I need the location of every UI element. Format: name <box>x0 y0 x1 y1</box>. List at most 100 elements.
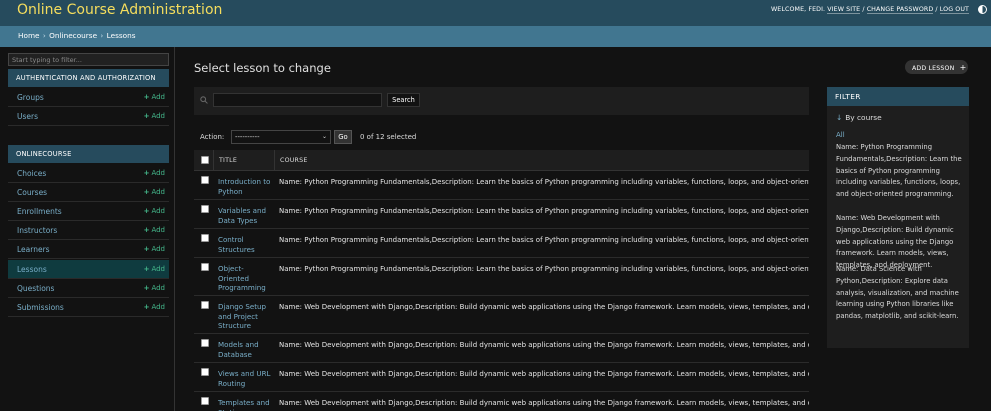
sidebar-item-learners[interactable]: Learners + Add <box>8 240 169 259</box>
add-instructors-link[interactable]: + Add <box>144 226 165 234</box>
plus-icon: + <box>143 226 150 234</box>
lesson-course: Name: Web Development with Django,Descri… <box>279 370 809 378</box>
add-lesson-button[interactable]: ADD LESSON + <box>905 60 968 74</box>
table-row: Control Structures Name: Python Programm… <box>194 229 809 258</box>
plus-icon: + <box>143 303 150 311</box>
sidebar-item-choices[interactable]: Choices + Add <box>8 164 169 183</box>
sidebar-item-label[interactable]: Lessons <box>17 265 47 274</box>
sidebar-item-users[interactable]: Users + Add <box>8 107 169 126</box>
sidebar-item-label[interactable]: Instructors <box>17 226 57 235</box>
changelist-search: Search <box>194 87 809 115</box>
lesson-title-link[interactable]: Introduction to Python <box>218 177 272 196</box>
nav-filter-input[interactable]: Start typing to filter... <box>8 53 169 66</box>
search-button[interactable]: Search <box>387 93 420 107</box>
lesson-title-link[interactable]: Views and URL Routing <box>218 369 272 388</box>
add-groups-link[interactable]: + Add <box>144 93 165 101</box>
sidebar-item-lessons[interactable]: Lessons + Add <box>8 260 169 279</box>
add-submissions-link[interactable]: + Add <box>144 303 165 311</box>
breadcrumb-current: Lessons <box>106 31 136 40</box>
module-caption-onlinecourse[interactable]: ONLINECOURSE <box>8 145 169 163</box>
add-questions-link[interactable]: + Add <box>144 284 165 292</box>
add-users-link[interactable]: + Add <box>144 112 165 120</box>
add-courses-link[interactable]: + Add <box>144 188 165 196</box>
theme-toggle-icon[interactable] <box>978 5 987 14</box>
lesson-course: Name: Python Programming Fundamentals,De… <box>279 265 809 273</box>
lesson-course: Name: Python Programming Fundamentals,De… <box>279 178 809 186</box>
breadcrumb: Home › Onlinecourse › Lessons <box>0 26 991 47</box>
column-header-title[interactable]: TITLE <box>219 157 237 164</box>
header: Online Course Administration WELCOME, FE… <box>0 0 991 26</box>
lesson-course: Name: Web Development with Django,Descri… <box>279 303 809 311</box>
action-counter: 0 of 12 selected <box>360 133 417 141</box>
arrow-down-icon: ↓ <box>836 113 843 122</box>
table-row: Models and Database Name: Web Developmen… <box>194 334 809 363</box>
filter-option-data-science[interactable]: Name: Data Science with Python,Descripti… <box>836 264 964 323</box>
lesson-title-link[interactable]: Object-Oriented Programming <box>218 264 272 293</box>
add-choices-link[interactable]: + Add <box>144 169 165 177</box>
sidebar-item-label[interactable]: Users <box>17 112 38 121</box>
add-enrollments-link[interactable]: + Add <box>144 207 165 215</box>
plus-icon: + <box>143 284 150 292</box>
filter-option-python[interactable]: Name: Python Programming Fundamentals,De… <box>836 142 964 201</box>
add-learners-link[interactable]: + Add <box>144 245 165 253</box>
action-label: Action: <box>200 133 225 141</box>
welcome-text: WELCOME, FEDI. <box>770 6 826 13</box>
row-checkbox[interactable] <box>201 397 209 405</box>
sidebar-item-label[interactable]: Groups <box>17 93 44 102</box>
site-branding[interactable]: Online Course Administration <box>17 2 222 18</box>
sidebar-item-instructors[interactable]: Instructors + Add <box>8 221 169 240</box>
change-password-link[interactable]: CHANGE PASSWORD <box>866 6 934 14</box>
table-row: Templates and Static Name: Web Developme… <box>194 392 809 411</box>
row-checkbox[interactable] <box>201 368 209 376</box>
sidebar-item-questions[interactable]: Questions + Add <box>8 279 169 298</box>
sidebar-item-label[interactable]: Enrollments <box>17 207 62 216</box>
sidebar-item-enrollments[interactable]: Enrollments + Add <box>8 202 169 221</box>
sidebar-item-label[interactable]: Learners <box>17 245 50 254</box>
sidebar-item-label[interactable]: Submissions <box>17 303 64 312</box>
breadcrumb-app[interactable]: Onlinecourse <box>49 31 97 40</box>
sidebar-item-label[interactable]: Questions <box>17 284 54 293</box>
row-checkbox[interactable] <box>201 205 209 213</box>
result-list-table: TITLE COURSE Introduction to Python Name… <box>194 150 809 411</box>
go-button[interactable]: Go <box>334 130 352 144</box>
row-checkbox[interactable] <box>201 339 209 347</box>
select-all-checkbox[interactable] <box>201 156 209 164</box>
sidebar-item-submissions[interactable]: Submissions + Add <box>8 298 169 317</box>
logout-link[interactable]: LOG OUT <box>939 6 969 14</box>
lesson-title-link[interactable]: Control Structures <box>218 235 272 254</box>
changelist-filter: FILTER ↓ By course All Name: Python Progr… <box>827 87 969 348</box>
table-row: Django Setup and Project Structure Name:… <box>194 296 809 334</box>
lesson-title-link[interactable]: Django Setup and Project Structure <box>218 302 272 331</box>
column-header-course[interactable]: COURSE <box>280 157 308 164</box>
filter-option-all[interactable]: All <box>836 131 845 139</box>
filter-title: FILTER <box>827 87 969 106</box>
lesson-title-link[interactable]: Models and Database <box>218 340 272 359</box>
nav-sidebar: Start typing to filter... AUTHENTICATION… <box>0 47 175 411</box>
row-checkbox[interactable] <box>201 263 209 271</box>
lesson-title-link[interactable]: Templates and Static <box>218 398 272 411</box>
plus-icon: + <box>143 207 150 215</box>
search-icon <box>200 96 208 104</box>
lesson-course: Name: Python Programming Fundamentals,De… <box>279 207 809 215</box>
table-row: Object-Oriented Programming Name: Python… <box>194 258 809 296</box>
table-header: TITLE COURSE <box>194 150 809 171</box>
view-site-link[interactable]: VIEW SITE <box>827 6 861 14</box>
plus-icon: + <box>143 188 150 196</box>
row-checkbox[interactable] <box>201 176 209 184</box>
lesson-title-link[interactable]: Variables and Data Types <box>218 206 272 225</box>
plus-icon: + <box>143 169 150 177</box>
add-lessons-link[interactable]: + Add <box>144 265 165 273</box>
sidebar-item-label[interactable]: Courses <box>17 188 47 197</box>
sidebar-item-courses[interactable]: Courses + Add <box>8 183 169 202</box>
plus-icon: + <box>143 112 150 120</box>
module-caption-auth[interactable]: AUTHENTICATION AND AUTHORIZATION <box>8 69 169 87</box>
sidebar-item-groups[interactable]: Groups + Add <box>8 88 169 107</box>
sidebar-item-label[interactable]: Choices <box>17 169 46 178</box>
filter-by-course-toggle[interactable]: ↓ By course <box>836 113 882 122</box>
row-checkbox[interactable] <box>201 234 209 242</box>
row-checkbox[interactable] <box>201 301 209 309</box>
plus-icon: + <box>143 245 150 253</box>
breadcrumb-home[interactable]: Home <box>18 31 40 40</box>
search-input[interactable] <box>213 93 382 107</box>
action-select[interactable]: ---------- ⌄ <box>231 130 331 144</box>
